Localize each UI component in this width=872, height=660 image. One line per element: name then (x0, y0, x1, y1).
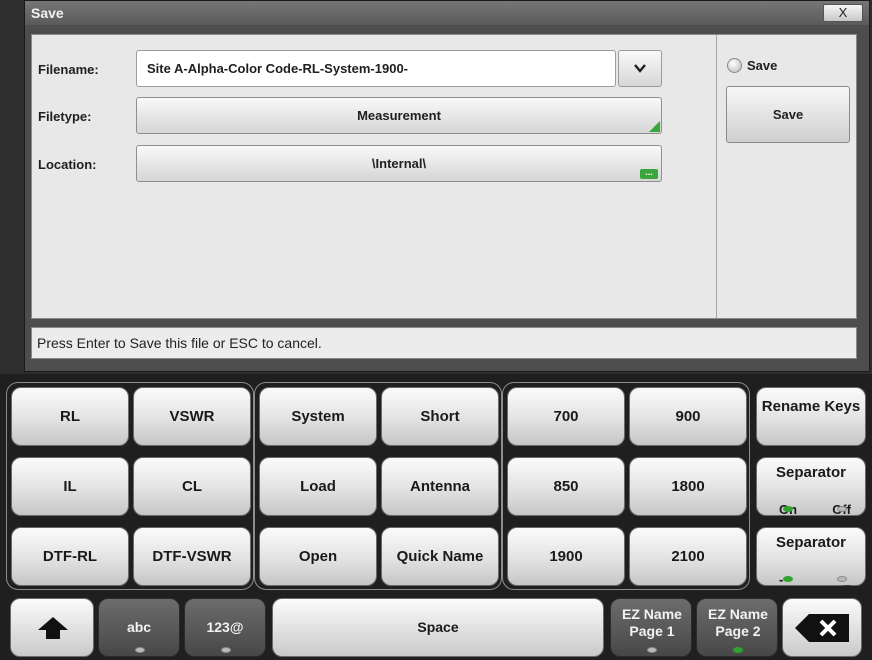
space-button[interactable]: Space (272, 598, 604, 657)
indicator-on-icon (783, 576, 793, 582)
location-value: \Internal\ (371, 156, 427, 171)
close-icon: X (838, 5, 848, 20)
up-arrow-icon (38, 617, 68, 639)
ez-name-page-2-button[interactable]: EZ Name Page 2 (696, 598, 778, 657)
key-group-frequencies: 700 900 850 1800 1900 2100 (502, 382, 750, 590)
filename-dropdown-button[interactable] (618, 50, 662, 87)
filetype-button[interactable]: Measurement (136, 97, 662, 134)
key-1800[interactable]: 1800 (629, 457, 747, 516)
key-quick-name[interactable]: Quick Name (381, 527, 499, 586)
key-system[interactable]: System (259, 387, 377, 446)
panel-divider (716, 35, 717, 318)
separator-char-button[interactable]: Separator - _ (756, 527, 866, 587)
key-dtf-vswr[interactable]: DTF-VSWR (133, 527, 251, 586)
save-button[interactable]: Save (726, 86, 850, 143)
submenu-indicator-icon (649, 121, 660, 132)
number-mode-button[interactable]: 123@ (184, 598, 266, 657)
ez-page-1-label: EZ Name Page 1 (622, 606, 682, 639)
filename-input[interactable]: Site A-Alpha-Color Code-RL-System-1900- (136, 50, 616, 87)
close-button[interactable]: X (823, 4, 863, 22)
filetype-value: Measurement (357, 108, 441, 123)
ez-name-page-1-button[interactable]: EZ Name Page 1 (610, 598, 692, 657)
chevron-down-icon (634, 64, 646, 73)
key-rl[interactable]: RL (11, 387, 129, 446)
save-dialog: Save X Filename: Site A-Alpha-Color Code… (24, 0, 870, 372)
save-button-label: Save (772, 107, 804, 122)
ellipsis-indicator-icon: ... (640, 168, 658, 179)
rename-keys-button[interactable]: Rename Keys (756, 387, 866, 446)
save-form-panel: Filename: Site A-Alpha-Color Code-RL-Sys… (31, 34, 857, 319)
location-button[interactable]: \Internal\ ... (136, 145, 662, 182)
abc-mode-button[interactable]: abc (98, 598, 180, 657)
radio-icon (727, 58, 742, 73)
indicator-off-icon (647, 647, 657, 653)
number-mode-label: 123@ (206, 619, 244, 635)
status-message: Press Enter to Save this file or ESC to … (31, 327, 857, 359)
location-label: Location: (38, 157, 97, 172)
indicator-on-icon (733, 647, 743, 653)
key-900[interactable]: 900 (629, 387, 747, 446)
key-1900[interactable]: 1900 (507, 527, 625, 586)
dialog-title: Save (31, 5, 64, 21)
key-open[interactable]: Open (259, 527, 377, 586)
key-il[interactable]: IL (11, 457, 129, 516)
backspace-button[interactable] (782, 598, 862, 657)
key-vswr[interactable]: VSWR (133, 387, 251, 446)
ez-page-2-label: EZ Name Page 2 (708, 606, 768, 639)
key-dtf-rl[interactable]: DTF-RL (11, 527, 129, 586)
shift-button[interactable] (10, 598, 94, 657)
indicator-off-icon (837, 576, 847, 582)
filename-label: Filename: (38, 62, 99, 77)
separator-on-off-button[interactable]: Separator On Off (756, 457, 866, 517)
key-group-measurement-types: RL VSWR IL CL DTF-RL DTF-VSWR (6, 382, 254, 590)
indicator-off-icon (221, 647, 231, 653)
separator-char-label: Separator (775, 534, 847, 551)
indicator-on-icon (783, 506, 793, 512)
save-option-label: Save (747, 58, 778, 73)
dialog-titlebar: Save X (25, 1, 869, 25)
key-700[interactable]: 700 (507, 387, 625, 446)
backspace-x-icon (795, 614, 849, 642)
key-group-calibration-types: System Short Load Antenna Open Quick Nam… (254, 382, 502, 590)
key-load[interactable]: Load (259, 457, 377, 516)
indicator-off-icon (837, 506, 847, 512)
key-850[interactable]: 850 (507, 457, 625, 516)
abc-label: abc (126, 619, 152, 635)
on-screen-keyboard: RL VSWR IL CL DTF-RL DTF-VSWR System Sho… (0, 374, 872, 660)
separator-label: Separator (775, 464, 847, 481)
key-2100[interactable]: 2100 (629, 527, 747, 586)
key-cl[interactable]: CL (133, 457, 251, 516)
key-short[interactable]: Short (381, 387, 499, 446)
filetype-label: Filetype: (38, 109, 92, 124)
indicator-off-icon (135, 647, 145, 653)
key-antenna[interactable]: Antenna (381, 457, 499, 516)
